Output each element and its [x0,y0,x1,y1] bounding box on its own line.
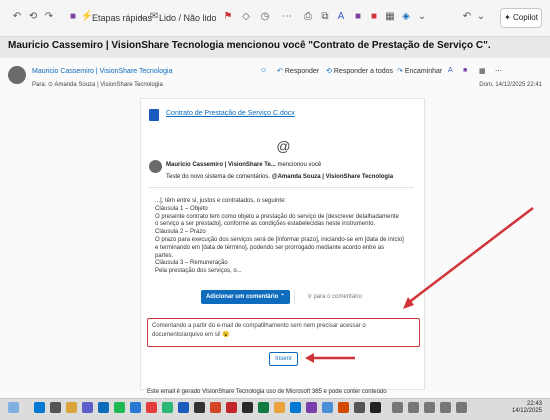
excel-icon[interactable] [258,402,269,413]
powerpoint-icon[interactable] [210,402,221,413]
file-explorer-icon[interactable] [66,402,77,413]
app-icon-1[interactable] [114,402,125,413]
start-icon[interactable] [34,402,45,413]
system-clock[interactable]: 22:43 14/12/2025 [512,401,542,415]
word-icon[interactable] [178,402,189,413]
tray-icon-1[interactable] [392,402,403,413]
search-icon[interactable] [50,402,61,413]
edge-icon[interactable] [290,402,301,413]
app-icon-2[interactable] [130,402,141,413]
app-icon-5[interactable] [242,402,253,413]
teams-icon[interactable] [82,402,93,413]
app-icon-6[interactable] [274,402,285,413]
annotation-arrow-1 [407,207,534,304]
app-icon-8[interactable] [322,402,333,413]
tray-icon-3[interactable] [424,402,435,413]
acrobat-icon[interactable] [226,402,237,413]
outlook-icon[interactable] [98,402,109,413]
app-icon-10[interactable] [370,402,381,413]
wifi-icon[interactable] [440,402,451,413]
app-icon-7[interactable] [306,402,317,413]
app-icon-3[interactable] [146,402,157,413]
weather-icon[interactable] [8,402,19,413]
annotation-arrows [305,207,534,363]
app-icon-9[interactable] [338,402,349,413]
settings-icon[interactable] [354,402,365,413]
tray-icon-2[interactable] [408,402,419,413]
whatsapp-icon[interactable] [162,402,173,413]
volume-icon[interactable] [456,402,467,413]
app-icon-4[interactable] [194,402,205,413]
annotation-arrowhead-2 [305,353,314,363]
